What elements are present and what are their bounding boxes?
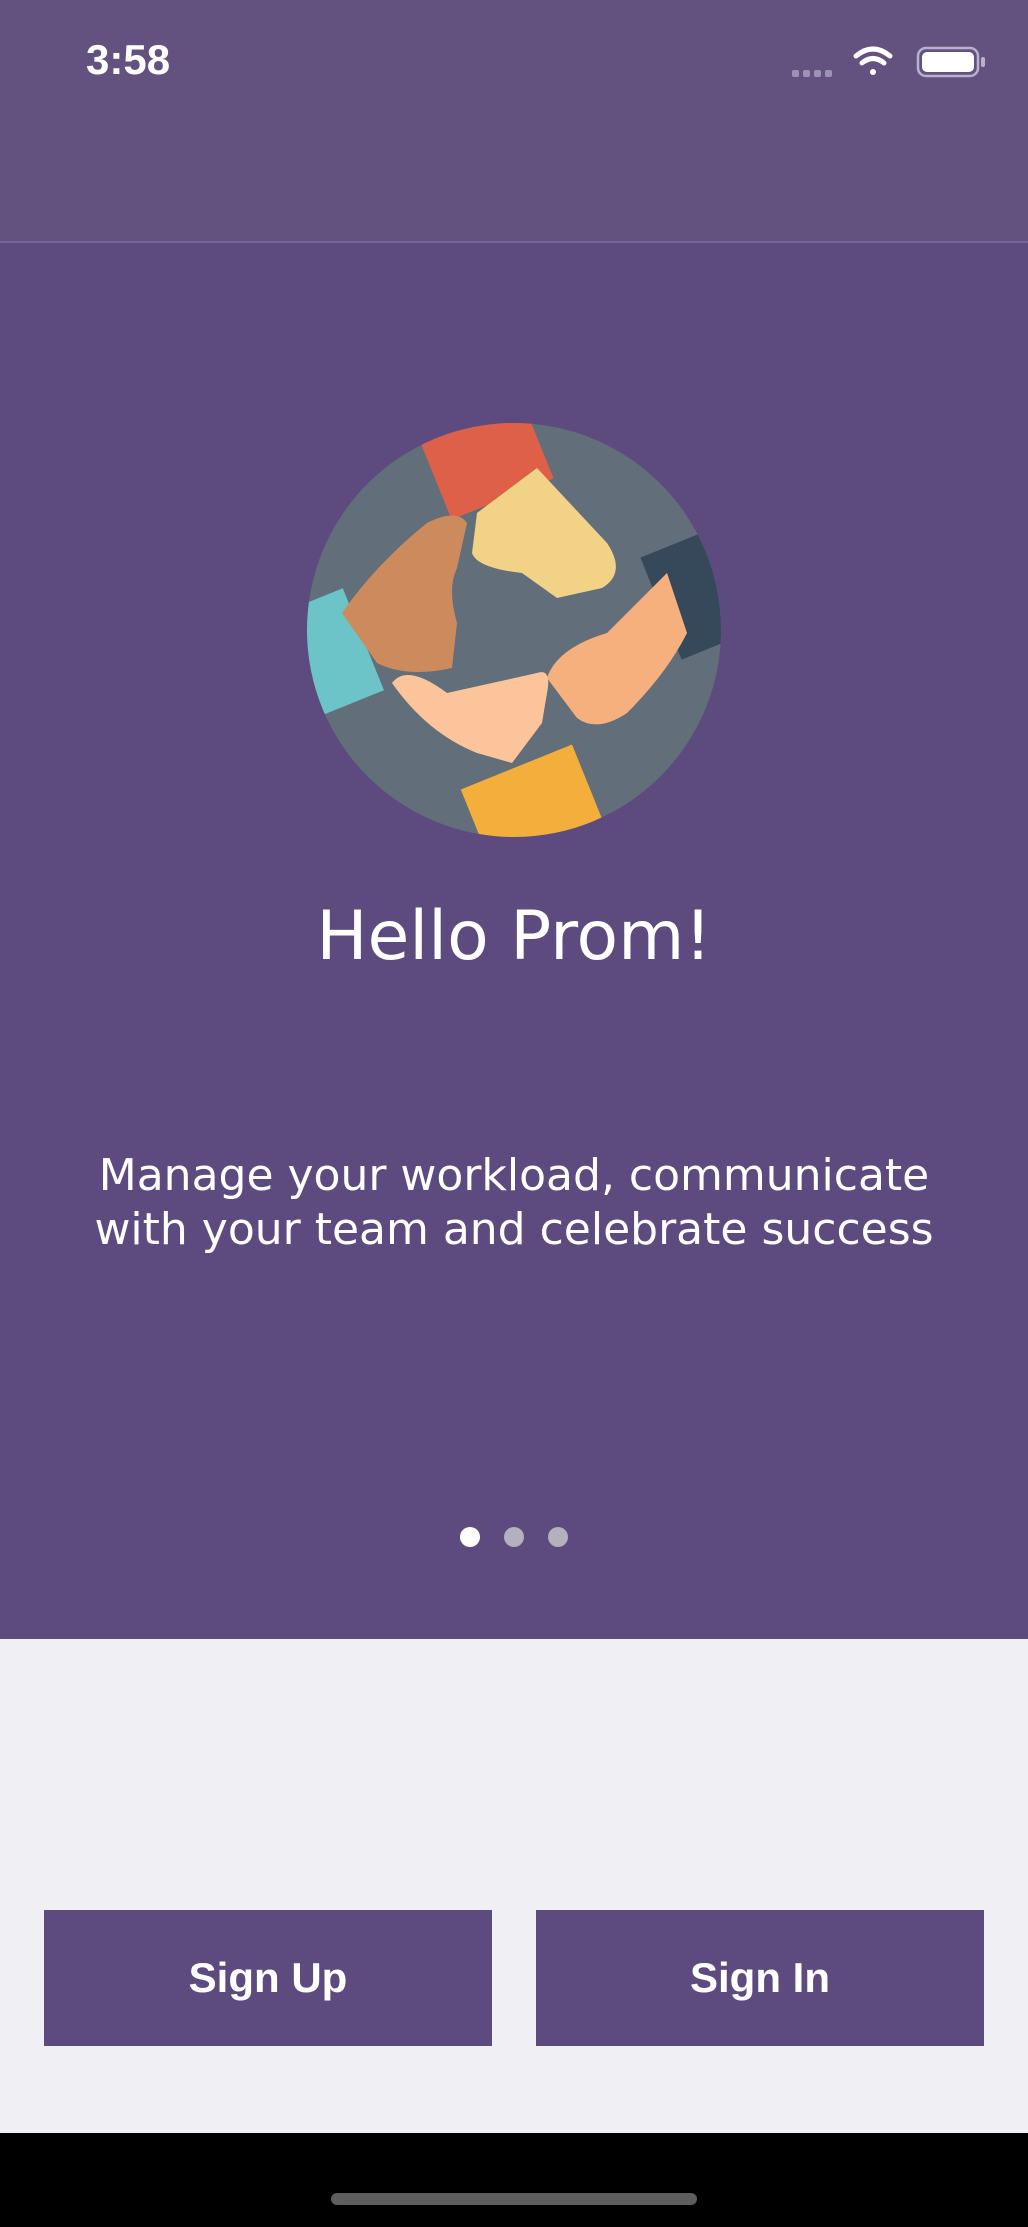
page-indicator[interactable] <box>460 1527 568 1547</box>
navigation-bar <box>0 120 1028 243</box>
team-hands-circle-icon <box>307 423 721 837</box>
status-icons <box>792 44 992 84</box>
page-dot-3[interactable] <box>548 1527 568 1547</box>
onboarding-carousel[interactable]: Hello Prom! Manage your workload, commun… <box>0 243 1028 1639</box>
team-hands-illustration <box>307 423 721 837</box>
status-time: 3:58 <box>86 36 171 83</box>
status-bar: 3:58 <box>0 0 1028 120</box>
home-indicator[interactable] <box>331 2193 697 2205</box>
home-indicator-area <box>0 2133 1028 2227</box>
page-dot-1[interactable] <box>460 1527 480 1547</box>
sign-up-button[interactable]: Sign Up <box>44 1910 492 2046</box>
welcome-title: Hello Prom! <box>316 897 712 976</box>
action-panel: Sign Up Sign In <box>0 1639 1028 2133</box>
wifi-icon <box>853 46 893 75</box>
battery-icon <box>916 46 985 78</box>
sign-in-button[interactable]: Sign In <box>536 1910 984 2046</box>
welcome-description: Manage your workload, communicate with y… <box>94 1150 934 1255</box>
page-dot-2[interactable] <box>504 1527 524 1547</box>
cellular-signal-icon <box>792 70 832 77</box>
